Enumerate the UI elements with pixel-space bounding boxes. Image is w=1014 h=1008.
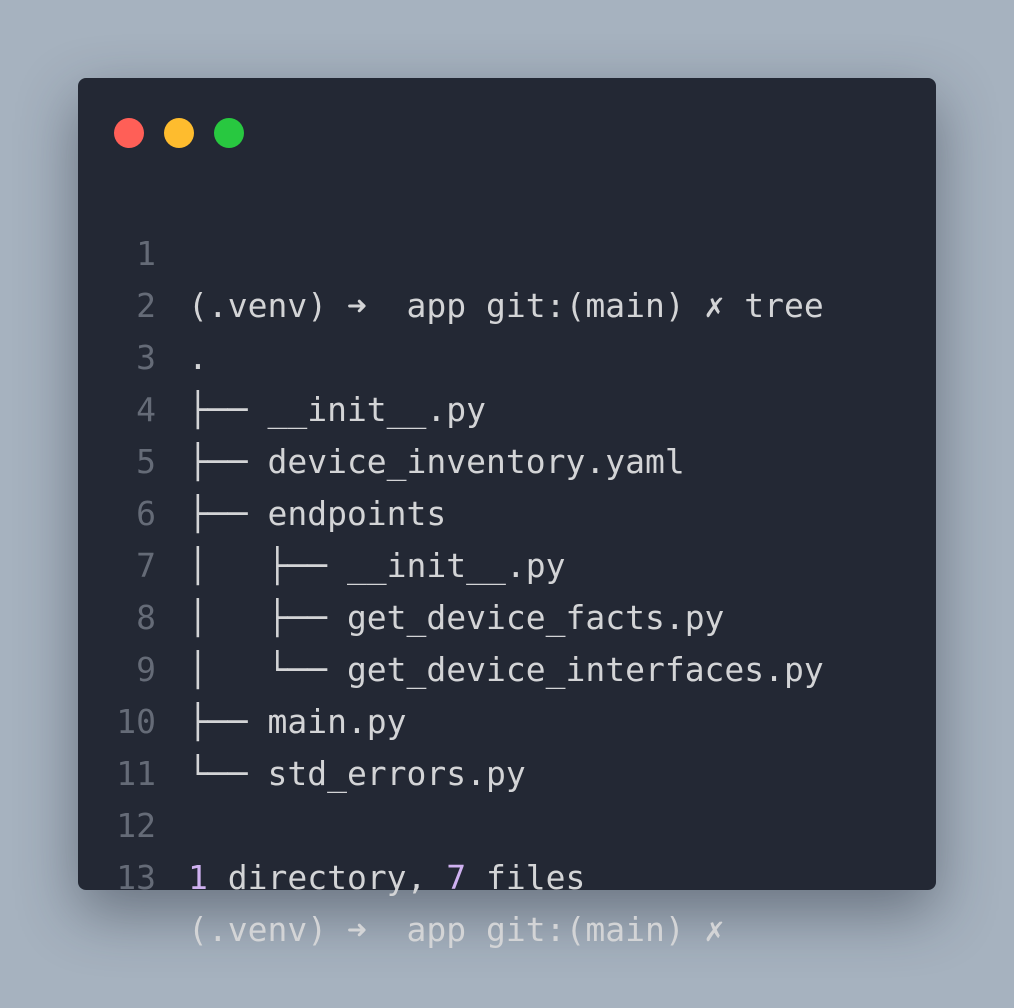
directory-label: directory, (207, 858, 447, 897)
terminal-line: 7 │ ├── get_device_facts.py (78, 488, 936, 637)
terminal-line: 1 (.venv) ➜ app git:(main) ✗ tree (78, 176, 936, 325)
terminal-window: 1 (.venv) ➜ app git:(main) ✗ tree 2 . 3 … (78, 78, 936, 949)
terminal-line: 6 │ ├── __init__.py (78, 436, 936, 585)
terminal-line: 9 ├── main.py (78, 592, 936, 741)
terminal-line: 12 1 directory, 7 files (78, 748, 936, 897)
terminal-line: 4 ├── device_inventory.yaml (78, 332, 936, 481)
terminal-line: 13 (.venv) ➜ app git:(main) ✗ (78, 800, 936, 949)
close-window-button[interactable] (114, 118, 144, 148)
line-text: (.venv) ➜ app git:(main) ✗ (188, 910, 725, 949)
line-number: 13 (116, 858, 156, 897)
terminal-output: 1 (.venv) ➜ app git:(main) ✗ tree 2 . 3 … (78, 176, 936, 949)
terminal-line: 5 ├── endpoints (78, 384, 936, 533)
terminal-line: 3 ├── __init__.py (78, 280, 936, 429)
terminal-line: 10 └── std_errors.py (78, 644, 936, 793)
summary-text: 1 directory, 7 files (188, 852, 585, 904)
minimize-window-button[interactable] (164, 118, 194, 148)
terminal-line: 11 (78, 696, 936, 793)
file-label: files (466, 858, 586, 897)
terminal-line: 8 │ └── get_device_interfaces.py (78, 540, 936, 689)
terminal-line: 2 . (78, 228, 936, 377)
file-count: 7 (446, 858, 467, 897)
zoom-window-button[interactable] (214, 118, 244, 148)
